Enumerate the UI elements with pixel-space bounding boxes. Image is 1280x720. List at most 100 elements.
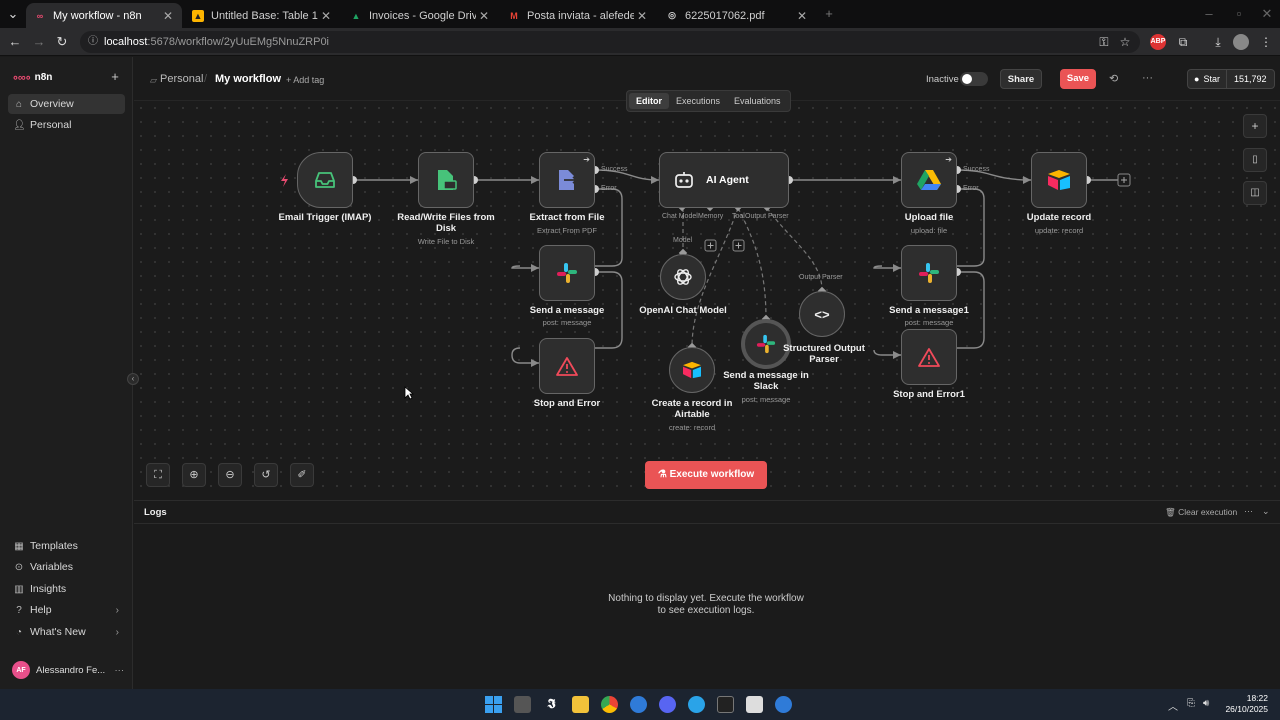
port-label-success: Success — [601, 166, 628, 173]
browser-tab-n8n[interactable]: ∞ My workflow - n8n ✕ — [26, 3, 182, 28]
reload-icon[interactable]: ↻ — [53, 33, 71, 51]
minimize-icon[interactable]: – — [1200, 5, 1218, 23]
active-toggle[interactable] — [960, 72, 988, 86]
logs-more-icon[interactable]: ··· — [1244, 506, 1253, 516]
sidebar-item-help[interactable]: ? Help › — [8, 600, 125, 620]
tab-evaluations[interactable]: Evaluations — [727, 93, 788, 109]
url-input[interactable]: ⓘ localhost:5678/workflow/2yUuEMg5NnuZRP… — [80, 31, 1140, 53]
tab-editor[interactable]: Editor — [629, 93, 669, 109]
node-structured-output-parser[interactable]: <> — [799, 291, 845, 337]
node-read-write-files[interactable] — [418, 152, 474, 208]
fit-view-icon[interactable]: ⛶ — [146, 463, 170, 487]
adblock-icon[interactable]: ABP — [1150, 34, 1166, 50]
more-icon[interactable]: ··· — [115, 665, 125, 676]
github-star-button[interactable]: ● Star 151,792 — [1187, 69, 1275, 89]
terminal-icon[interactable] — [717, 696, 734, 713]
chrome-icon[interactable] — [601, 696, 618, 713]
site-info-icon[interactable]: ⓘ — [88, 31, 98, 53]
key-icon[interactable]: ⚿ — [1096, 34, 1112, 50]
browser-tab-airtable[interactable]: ▲ Untitled Base: Table 1 - Airtable ✕ — [184, 3, 340, 28]
discord-icon[interactable] — [659, 696, 676, 713]
tidy-up-icon[interactable]: ✐ — [290, 463, 314, 487]
sidebar-item-personal[interactable]: 👤︎ Personal — [8, 115, 125, 135]
sidebar-item-whats-new[interactable]: ◔ What's New › — [8, 622, 125, 642]
speaker-icon[interactable]: 🔊︎ — [1203, 698, 1209, 709]
profile-avatar-icon[interactable] — [1233, 34, 1249, 50]
tray-app-icon[interactable]: ⎘ — [1187, 698, 1195, 709]
app-icon-blue2[interactable] — [775, 696, 792, 713]
clear-execution-button[interactable]: 🗑︎ Clear execution — [1165, 507, 1237, 518]
maximize-icon[interactable]: ▫ — [1230, 5, 1248, 23]
task-view-icon[interactable] — [514, 696, 531, 713]
node-email-trigger[interactable] — [297, 152, 353, 208]
app-icon[interactable]: 𝕴 — [543, 696, 560, 713]
undo-icon[interactable]: ↺ — [254, 463, 278, 487]
zoom-out-icon[interactable]: ⊖ — [218, 463, 242, 487]
file-explorer-icon[interactable] — [572, 696, 589, 713]
node-stop-and-error[interactable] — [539, 338, 595, 394]
node-sublabel: post: message — [741, 395, 791, 404]
back-icon[interactable]: ← — [6, 33, 24, 51]
history-icon[interactable]: ⟲ — [1109, 72, 1118, 85]
close-window-icon[interactable]: ✕ — [1258, 5, 1276, 23]
breadcrumb-personal[interactable]: Personal — [160, 73, 203, 85]
node-openai-chat-model[interactable] — [660, 254, 706, 300]
sticky-note-icon[interactable]: ▯ — [1243, 148, 1267, 172]
node-label: Send a message1 — [889, 305, 969, 316]
create-plus-button[interactable]: + — [107, 69, 123, 85]
close-tab-icon[interactable]: ✕ — [634, 9, 650, 23]
download-icon[interactable]: ⤓ — [1210, 34, 1226, 50]
tray-chevron-icon[interactable]: ︿ — [1168, 698, 1178, 713]
sidebar-item-templates[interactable]: ▦ Templates — [8, 536, 125, 556]
add-tag-button[interactable]: + Add tag — [286, 75, 324, 85]
close-tab-icon[interactable]: ✕ — [160, 9, 176, 23]
execute-workflow-button[interactable]: ⚗ Execute workflow — [645, 461, 767, 489]
close-tab-icon[interactable]: ✕ — [476, 9, 492, 23]
sidebar-item-overview[interactable]: ⌂ Overview — [8, 94, 125, 114]
chevron-down-icon[interactable]: ⌄ — [1262, 506, 1270, 517]
node-label: Stop and Error — [533, 398, 601, 409]
file-disk-icon — [438, 170, 457, 190]
collapse-sidebar-icon[interactable]: ‹ — [127, 373, 139, 385]
user-menu[interactable]: AF Alessandro Fe... ··· — [12, 661, 124, 679]
system-clock[interactable]: 18:22 26/10/2025 — [1218, 693, 1268, 715]
toggle-knob — [962, 74, 972, 84]
node-send-message[interactable] — [539, 245, 595, 301]
add-node-button[interactable]: + — [1243, 114, 1267, 138]
browser-tab-pdf[interactable]: ◎ 6225017062.pdf ✕ — [658, 3, 816, 28]
save-button[interactable]: Save — [1060, 69, 1096, 89]
browser-tab-gmail[interactable]: M Posta inviata - alefede6991@g ✕ — [500, 3, 656, 28]
node-send-message1[interactable] — [901, 245, 957, 301]
node-create-record-airtable[interactable] — [669, 347, 715, 393]
node-ai-agent[interactable]: AI Agent — [659, 152, 789, 208]
browser-tab-drive[interactable]: ▲ Invoices - Google Drive ✕ — [342, 3, 498, 28]
browser-menu-icon[interactable]: ⋮ — [1258, 34, 1274, 50]
app-icon-bird[interactable] — [688, 696, 705, 713]
extensions-icon[interactable]: ⧉ — [1175, 34, 1191, 50]
bookmark-star-icon[interactable]: ☆ — [1117, 34, 1133, 50]
port-label-error: Error — [601, 185, 617, 192]
node-stop-and-error1[interactable] — [901, 329, 957, 385]
node-extract-from-file[interactable]: ➔ — [539, 152, 595, 208]
sidebar-item-variables[interactable]: ⊙ Variables — [8, 557, 125, 577]
close-tab-icon[interactable]: ✕ — [318, 9, 334, 23]
app-icon-blue[interactable] — [630, 696, 647, 713]
app-icon-white[interactable] — [746, 696, 763, 713]
zoom-in-icon[interactable]: ⊕ — [182, 463, 206, 487]
panel-toggle-icon[interactable]: ◫ — [1243, 181, 1267, 205]
forward-icon[interactable]: → — [30, 33, 48, 51]
node-update-record[interactable] — [1031, 152, 1087, 208]
workflow-title[interactable]: My workflow — [215, 73, 281, 85]
n8n-logo[interactable]: ∘∞∘ n8n — [12, 71, 52, 84]
flask-icon: ⚗ — [657, 469, 670, 480]
more-options-icon[interactable]: ··· — [1142, 72, 1153, 84]
windows-start-icon[interactable] — [485, 696, 502, 713]
share-button[interactable]: Share — [1000, 69, 1042, 89]
close-tab-icon[interactable]: ✕ — [794, 9, 810, 23]
airtable-icon: ▲ — [192, 9, 204, 22]
tab-executions[interactable]: Executions — [669, 93, 727, 109]
node-upload-file[interactable]: ➔ — [901, 152, 957, 208]
new-tab-icon[interactable]: + — [820, 5, 838, 23]
sidebar-item-insights[interactable]: ▥ Insights — [8, 579, 125, 599]
tab-search-icon[interactable]: ⌄ — [4, 5, 22, 23]
